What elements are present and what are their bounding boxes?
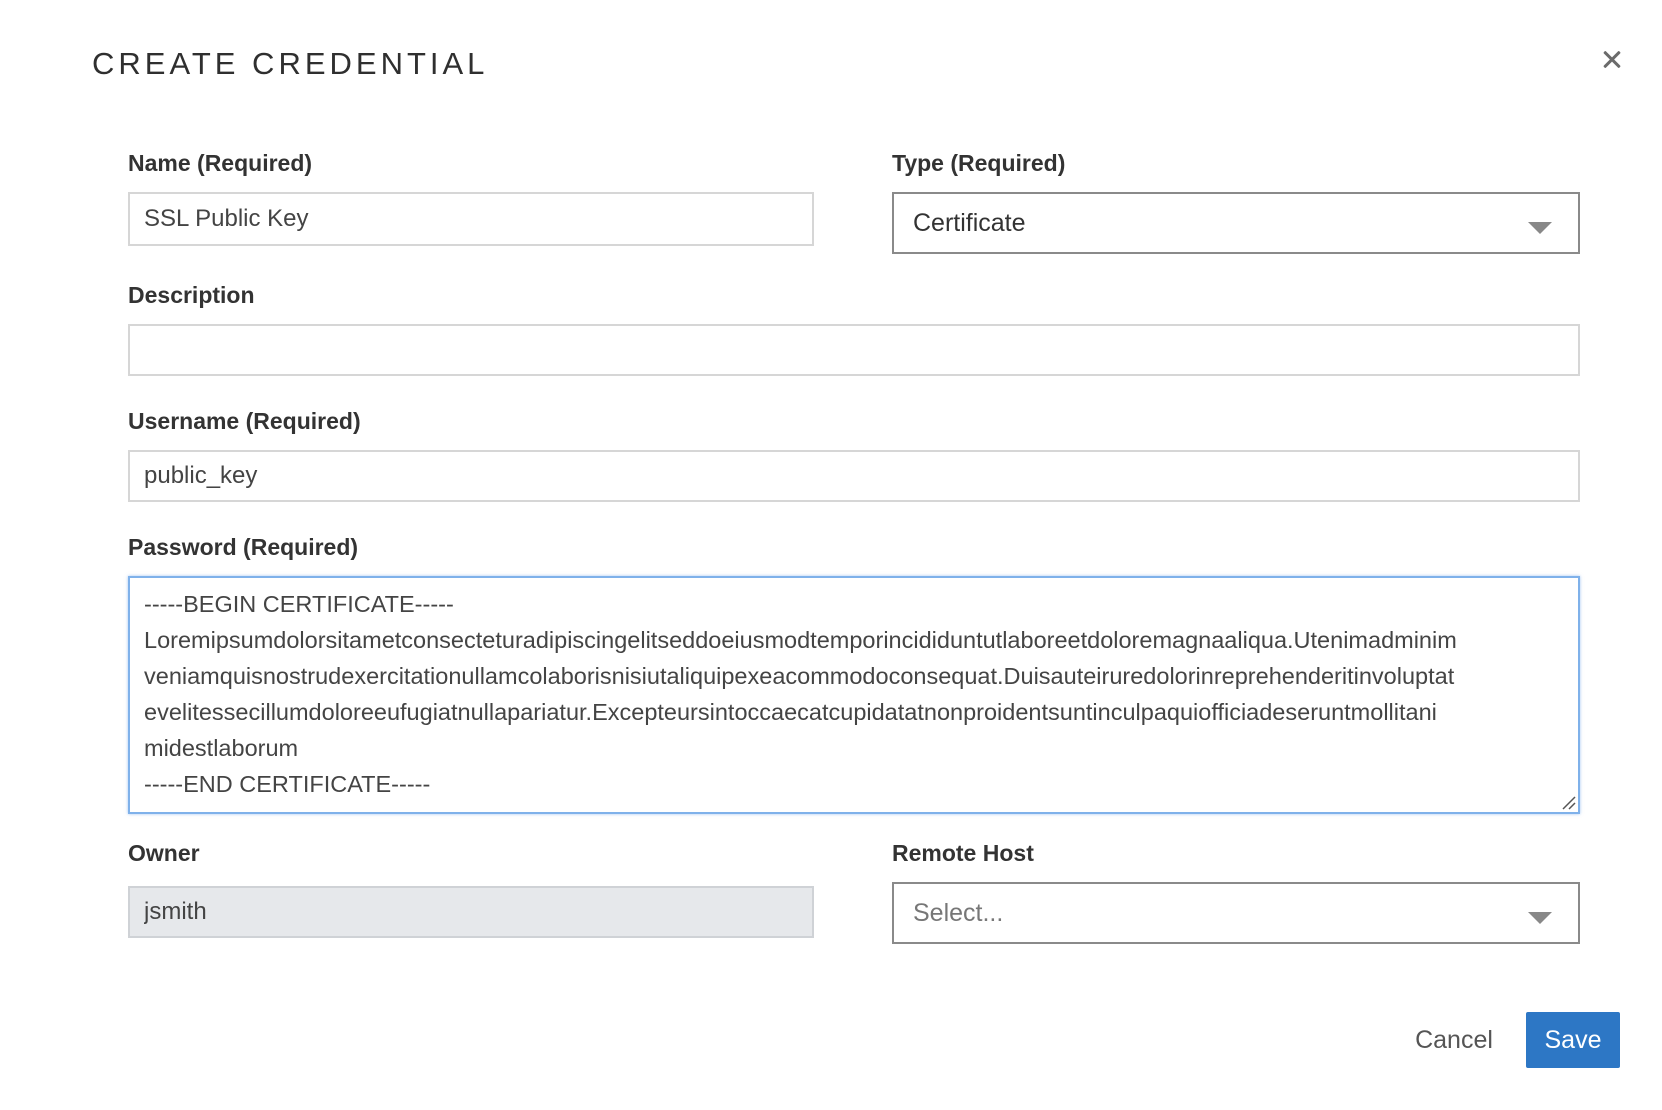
owner-input [128,886,814,938]
password-textarea[interactable]: -----BEGIN CERTIFICATE----- Loremipsumdo… [128,576,1580,814]
remote-host-placeholder: Select... [913,898,1004,927]
password-line: veniamquisnostrudexercitationullamcolabo… [144,663,1455,689]
dialog-title: CREATE CREDENTIAL [92,46,489,81]
description-input[interactable] [128,324,1580,376]
chevron-down-icon [1528,912,1552,924]
password-line: evelitessecillumdoloreeufugiatnullaparia… [144,699,1437,725]
password-line: midestlaborum [144,735,299,761]
remote-host-label: Remote Host [892,840,1034,866]
password-label: Password (Required) [128,534,359,560]
username-input[interactable] [128,450,1580,502]
type-select[interactable]: Certificate [892,192,1580,254]
name-input[interactable] [128,192,814,246]
create-credential-dialog: CREATE CREDENTIAL Name (Required) Type (… [0,0,1662,1110]
resize-handle-icon[interactable] [1560,794,1576,810]
name-label: Name (Required) [128,150,313,176]
password-line: -----BEGIN CERTIFICATE----- [144,591,454,617]
chevron-down-icon [1528,222,1552,234]
save-button[interactable]: Save [1526,1012,1620,1068]
description-label: Description [128,282,255,308]
username-label: Username (Required) [128,408,361,434]
cancel-button[interactable]: Cancel [1404,1012,1504,1068]
type-label: Type (Required) [892,150,1066,176]
owner-label: Owner [128,840,200,866]
password-line: -----END CERTIFICATE----- [144,771,431,797]
close-icon[interactable] [1598,46,1626,74]
type-selected-value: Certificate [913,208,1026,237]
password-line: Loremipsumdolorsitametconsecteturadipisc… [144,627,1457,653]
remote-host-select[interactable]: Select... [892,882,1580,944]
